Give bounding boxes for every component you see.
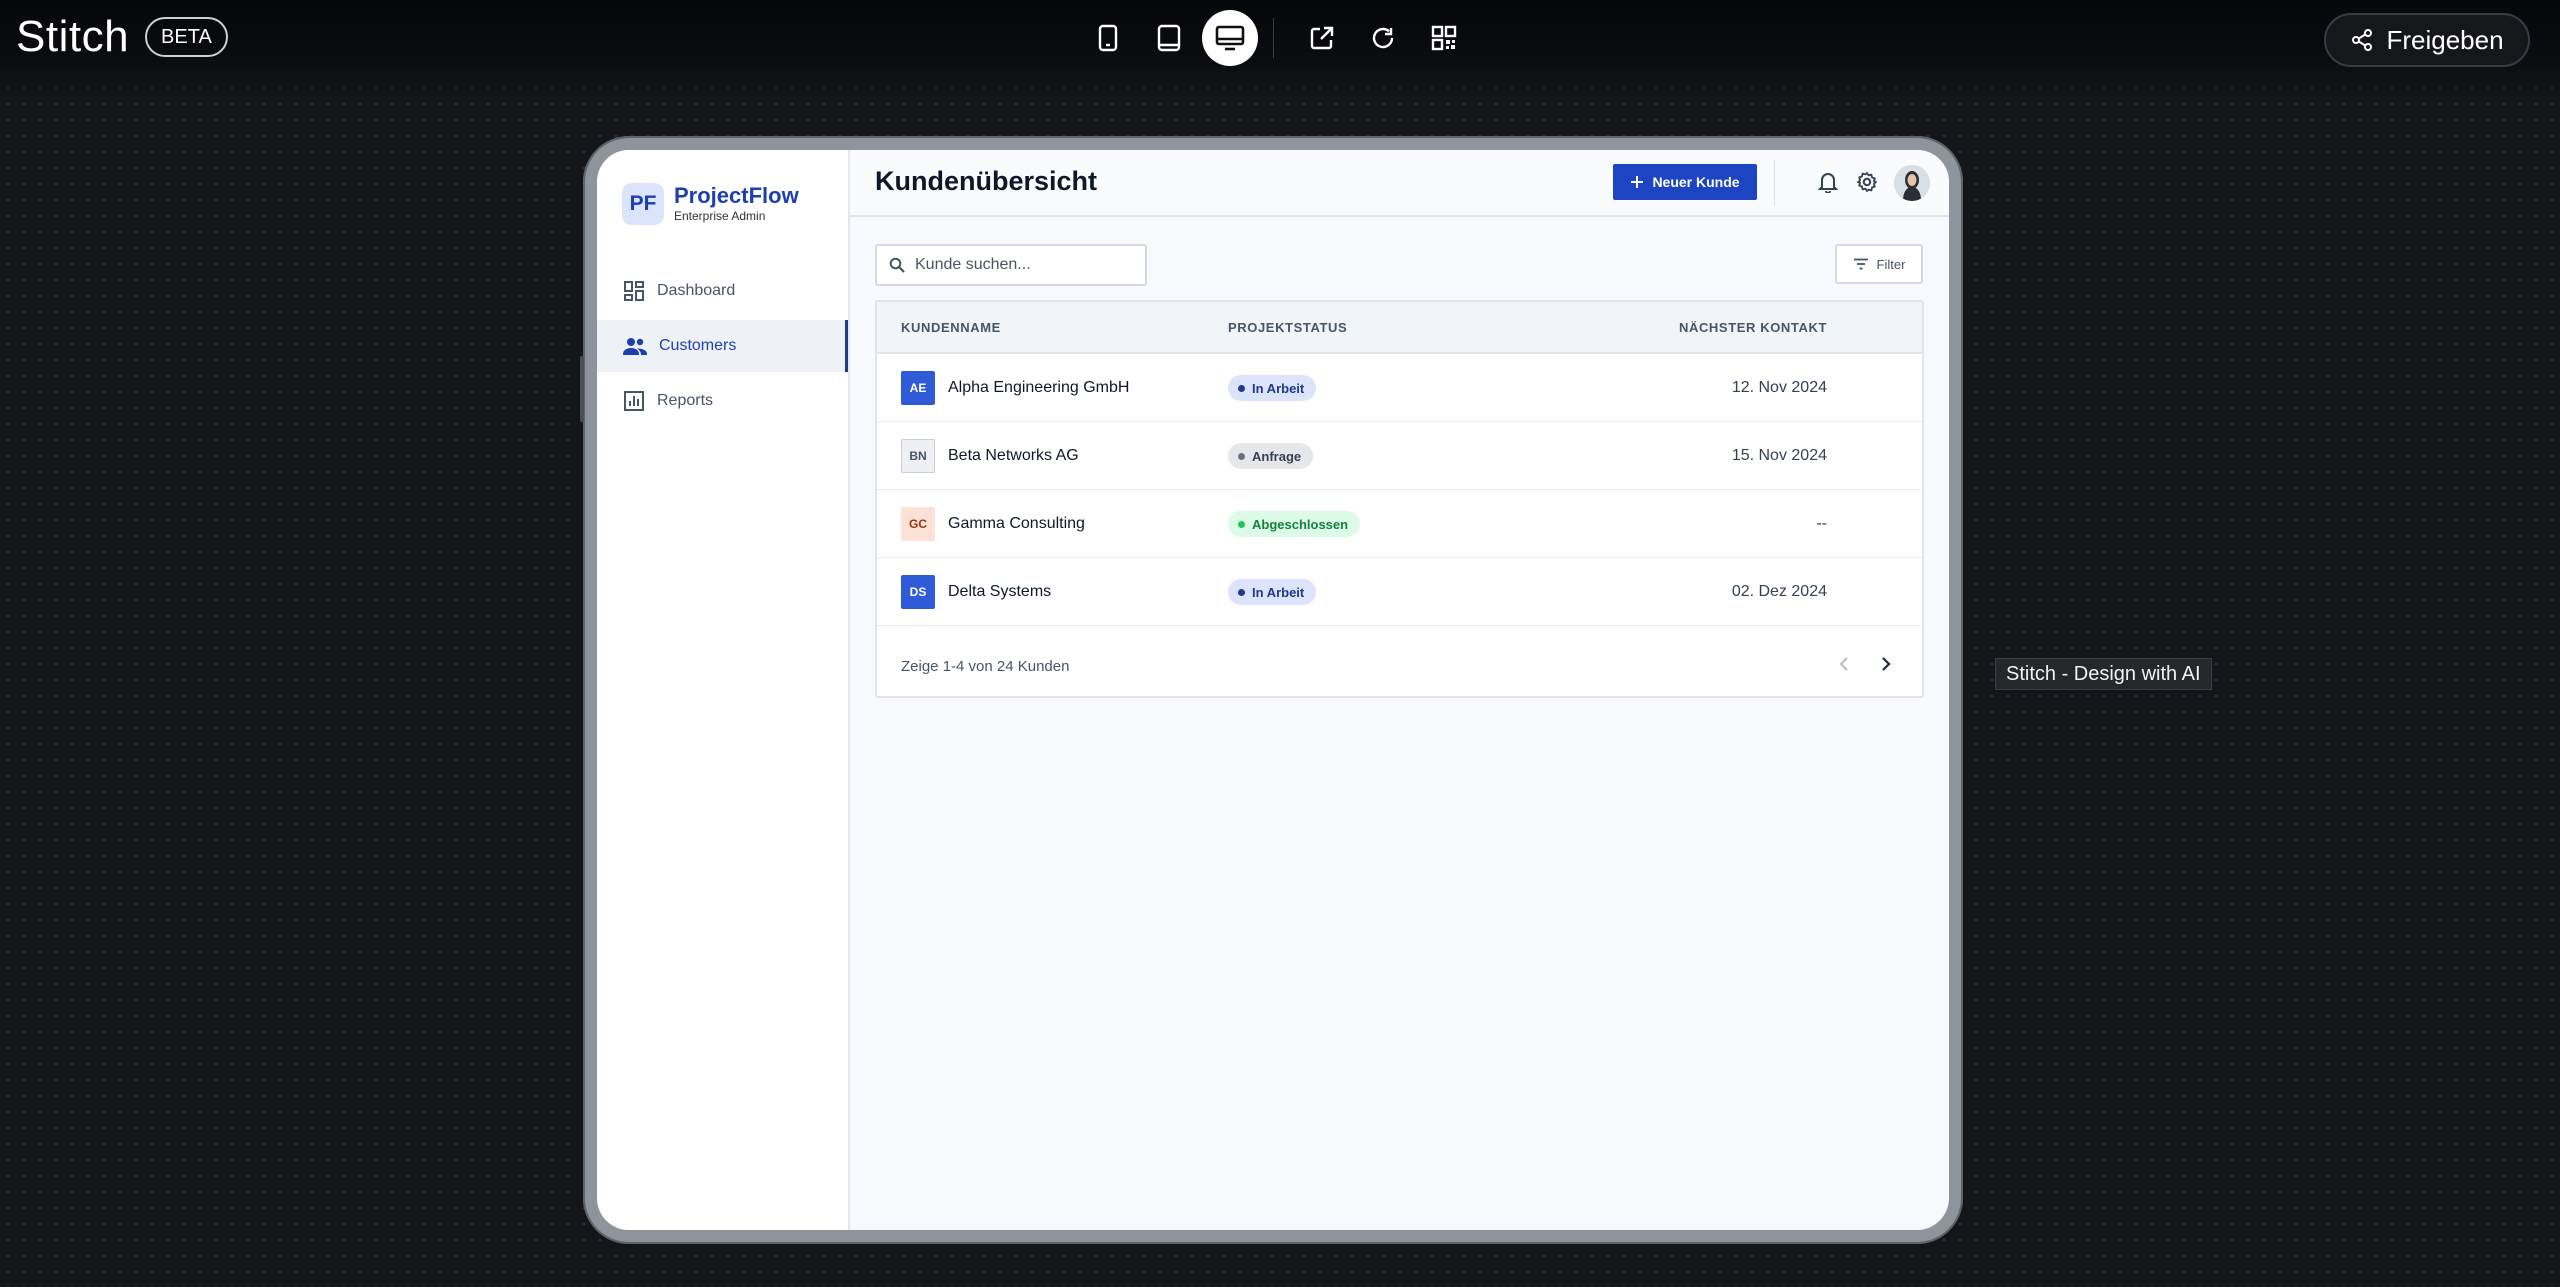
sidebar-item-customers[interactable]: Customers: [597, 320, 848, 372]
avatar-image: [1894, 165, 1930, 201]
sidebar-item-dashboard[interactable]: Dashboard: [597, 265, 848, 317]
share-button[interactable]: Freigeben: [2324, 13, 2530, 67]
status-dot: [1238, 520, 1245, 528]
phone-icon: [1098, 24, 1118, 52]
tooltip: Stitch - Design with AI: [1995, 658, 2212, 690]
table-row[interactable]: BN Beta Networks AG Anfrage 15. Nov 2024: [877, 422, 1922, 490]
share-label: Freigeben: [2386, 24, 2504, 55]
sidebar-nav: Dashboard Customers Reports: [597, 265, 848, 430]
gear-icon: [1857, 172, 1877, 192]
user-avatar[interactable]: [1894, 165, 1930, 201]
status-badge: In Arbeit: [1228, 579, 1317, 605]
search-input[interactable]: [915, 256, 1135, 274]
header-divider: [1774, 160, 1775, 206]
bar-chart-icon: [624, 391, 644, 411]
users-icon: [623, 338, 647, 355]
refresh-button[interactable]: [1355, 10, 1411, 66]
filter-label: Filter: [1876, 256, 1906, 272]
search-icon: [889, 257, 905, 273]
customer-name: Delta Systems: [948, 583, 1052, 600]
logo: PF ProjectFlow Enterprise Admin: [622, 183, 799, 225]
status-badge: Anfrage: [1228, 443, 1314, 469]
status-dot: [1238, 452, 1245, 460]
customer-name: Beta Networks AG: [948, 447, 1079, 464]
notifications-button[interactable]: [1814, 168, 1842, 196]
customer-initials: AE: [901, 371, 935, 405]
next-contact-date: 12. Nov 2024: [1731, 379, 1827, 396]
app-topbar: Stitch BETA Freigeben: [0, 0, 2560, 100]
logo-subtitle: Enterprise Admin: [674, 209, 766, 223]
bell-icon: [1818, 173, 1838, 193]
pagination-summary: Zeige 1-4 von 24 Kunden: [901, 658, 1070, 675]
next-page-button[interactable]: [1874, 652, 1898, 676]
filter-button[interactable]: Filter: [1835, 244, 1923, 284]
refresh-icon: [1372, 27, 1394, 49]
open-external-button[interactable]: [1294, 10, 1350, 66]
open-external-icon: [1310, 26, 1334, 50]
search-field[interactable]: [875, 244, 1147, 286]
table-row[interactable]: AE Alpha Engineering GmbH In Arbeit 12. …: [877, 354, 1922, 422]
table-footer: Zeige 1-4 von 24 Kunden: [877, 630, 1922, 698]
column-header-next-contact[interactable]: NÄCHSTER KONTAKT: [1679, 320, 1827, 335]
device-toolbar: [1080, 10, 1477, 66]
status-badge: Abgeschlossen: [1228, 511, 1361, 537]
next-contact-date: 02. Dez 2024: [1731, 583, 1827, 600]
qr-code-button[interactable]: [1416, 10, 1472, 66]
brand: Stitch BETA: [16, 12, 228, 62]
filter-icon: [1853, 258, 1868, 270]
new-customer-button[interactable]: Neuer Kunde: [1613, 164, 1757, 200]
status-dot: [1238, 384, 1245, 392]
logo-badge: PF: [622, 183, 664, 225]
status-dot: [1238, 588, 1245, 596]
sidebar-item-reports[interactable]: Reports: [597, 375, 848, 427]
toolbar-divider: [1273, 18, 1274, 58]
customer-initials: BN: [901, 439, 935, 473]
table-row[interactable]: DS Delta Systems In Arbeit 02. Dez 2024: [877, 558, 1922, 626]
preview-screen: PF ProjectFlow Enterprise Admin Dashboar…: [597, 150, 1949, 1230]
qr-code-icon: [1431, 25, 1457, 51]
monitor-icon: [1215, 25, 1245, 51]
status-label: In Arbeit: [1252, 380, 1305, 396]
desktop-view-button[interactable]: [1202, 10, 1258, 66]
next-contact-date: --: [1816, 515, 1827, 532]
customer-name: Gamma Consulting: [948, 515, 1085, 532]
sidebar-item-label: Customers: [659, 337, 737, 354]
settings-button[interactable]: [1853, 168, 1881, 196]
column-header-status[interactable]: PROJEKTSTATUS: [1228, 320, 1347, 335]
status-label: In Arbeit: [1252, 584, 1305, 600]
page-header: Kundenübersicht Neuer Kunde: [850, 150, 1949, 217]
new-customer-label: Neuer Kunde: [1652, 174, 1740, 190]
status-badge: In Arbeit: [1228, 375, 1317, 401]
share-icon: [2352, 29, 2373, 51]
logo-title: ProjectFlow: [674, 183, 799, 208]
sidebar-item-label: Dashboard: [657, 282, 736, 299]
previous-page-button[interactable]: [1832, 652, 1856, 676]
table-header: KUNDENNAME PROJEKTSTATUS NÄCHSTER KONTAK…: [877, 302, 1922, 354]
status-label: Anfrage: [1252, 448, 1302, 464]
beta-badge: BETA: [145, 17, 228, 57]
main-content: Kundenübersicht Neuer Kunde Kunde suchen…: [850, 150, 1949, 1230]
plus-icon: [1631, 176, 1644, 188]
sidebar: PF ProjectFlow Enterprise Admin Dashboar…: [597, 150, 850, 1230]
brand-name: Stitch: [16, 12, 130, 61]
chevron-right-icon: [1882, 657, 1891, 671]
customer-table: KUNDENNAME PROJEKTSTATUS NÄCHSTER KONTAK…: [875, 300, 1924, 698]
mobile-view-button[interactable]: [1080, 10, 1136, 66]
table-row[interactable]: GC Gamma Consulting Abgeschlossen --: [877, 490, 1922, 558]
customer-name: Alpha Engineering GmbH: [948, 379, 1130, 396]
page-title: Kundenübersicht: [875, 166, 1098, 196]
device-side-button: [580, 356, 584, 422]
customer-initials: DS: [901, 575, 935, 609]
sidebar-item-label: Reports: [657, 392, 714, 409]
tablet-icon: [1157, 24, 1181, 52]
tablet-view-button[interactable]: [1141, 10, 1197, 66]
dashboard-icon: [624, 281, 644, 301]
chevron-left-icon: [1839, 657, 1848, 671]
next-contact-date: 15. Nov 2024: [1731, 447, 1827, 464]
customer-initials: GC: [901, 507, 935, 541]
status-label: Abgeschlossen: [1252, 516, 1349, 532]
column-header-name[interactable]: KUNDENNAME: [901, 320, 1001, 335]
device-frame: PF ProjectFlow Enterprise Admin Dashboar…: [580, 136, 1963, 1244]
